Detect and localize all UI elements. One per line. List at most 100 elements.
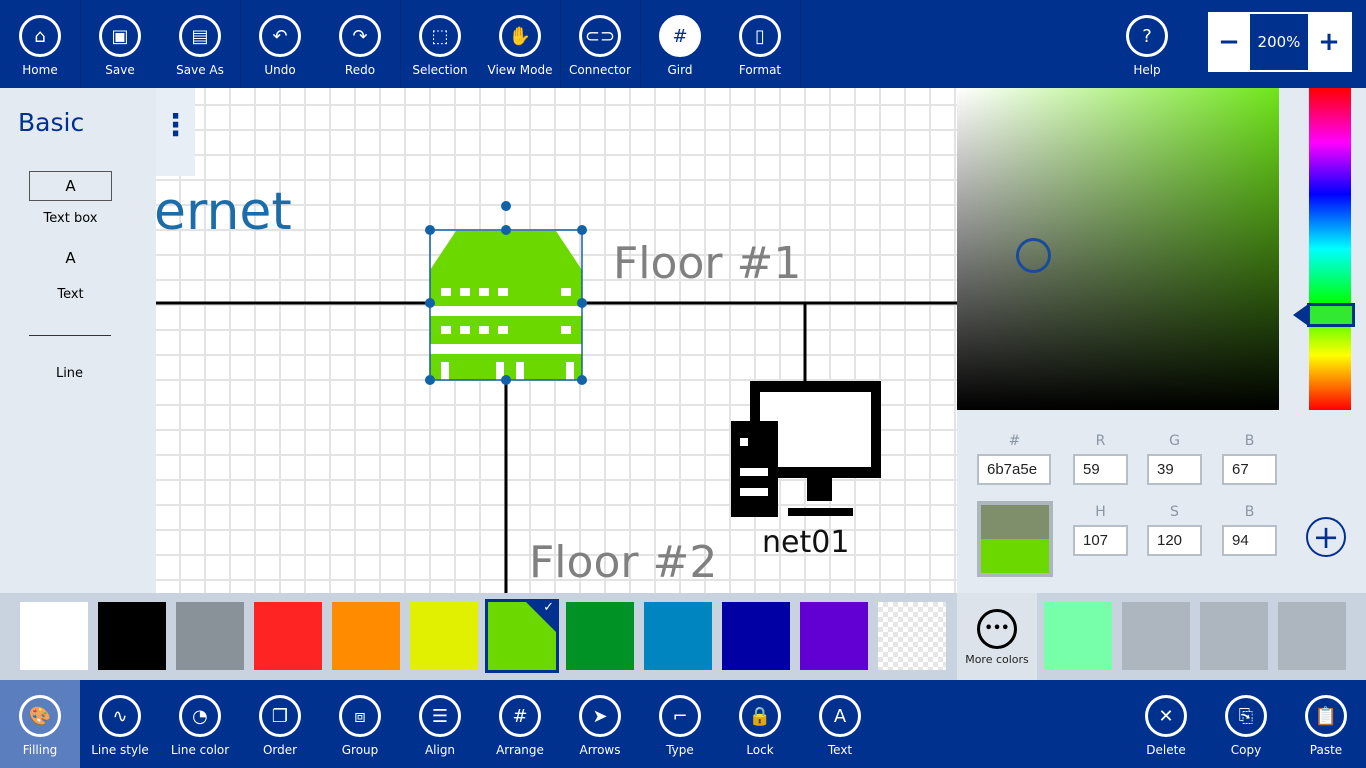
color-swatch[interactable] bbox=[878, 602, 946, 670]
lock-button[interactable]: 🔒 Lock bbox=[720, 680, 800, 768]
color-swatch[interactable] bbox=[644, 602, 712, 670]
divider bbox=[240, 0, 241, 88]
line-color-button[interactable]: ◔ Line color bbox=[160, 680, 240, 768]
save-as-button[interactable]: ▤ Save As bbox=[160, 0, 240, 88]
paste-button[interactable]: 📋 Paste bbox=[1286, 680, 1366, 768]
color-picker-panel: # R G B H S B + bbox=[957, 88, 1366, 593]
bottom-toolbar: 🎨 Filling ∿ Line style ◔ Line color ❐ Order ⧈ Gro… bbox=[0, 680, 1366, 768]
divider bbox=[800, 0, 801, 88]
home-icon: ⌂ bbox=[19, 15, 61, 57]
hand-icon: ✋ bbox=[499, 15, 541, 57]
r-label: R bbox=[1095, 433, 1106, 449]
gird-button[interactable]: # Gird bbox=[640, 0, 720, 88]
h-input[interactable] bbox=[1073, 525, 1128, 556]
color-swatch[interactable] bbox=[410, 602, 478, 670]
button-label: Save As bbox=[176, 63, 224, 77]
filling-button[interactable]: 🎨 Filling bbox=[0, 680, 80, 768]
help-button[interactable]: ? Help bbox=[1107, 0, 1187, 88]
hue-handle-arrow bbox=[1293, 305, 1307, 325]
zoom-out-button[interactable]: − bbox=[1208, 27, 1250, 57]
b-input[interactable] bbox=[1222, 454, 1277, 485]
arrows-button[interactable]: ➤ Arrows bbox=[560, 680, 640, 768]
selection-button[interactable]: ⬚ Selection bbox=[400, 0, 480, 88]
color-swatch[interactable] bbox=[332, 602, 400, 670]
divider bbox=[80, 0, 81, 88]
line-style-button[interactable]: ∿ Line style bbox=[80, 680, 160, 768]
undo-button[interactable]: ↶ Undo bbox=[240, 0, 320, 88]
redo-button[interactable]: ↷ Redo bbox=[320, 0, 400, 88]
color-swatch[interactable] bbox=[254, 602, 322, 670]
zoom-level: 200% bbox=[1250, 14, 1308, 70]
order-button[interactable]: ❐ Order bbox=[240, 680, 320, 768]
button-label: Delete bbox=[1146, 743, 1186, 757]
brightness-input[interactable] bbox=[1222, 525, 1277, 556]
recent-color-swatch[interactable] bbox=[1122, 602, 1190, 670]
color-swatch[interactable]: ✓ bbox=[485, 599, 559, 673]
redo-icon: ↷ bbox=[339, 15, 381, 57]
delete-icon: ✕ bbox=[1145, 695, 1187, 737]
text-shape[interactable]: A bbox=[0, 249, 141, 267]
lock-icon: 🔒 bbox=[739, 695, 781, 737]
saturation-brightness-area[interactable] bbox=[957, 88, 1279, 410]
zoom-control: − 200% + bbox=[1208, 12, 1352, 72]
hue-slider-handle[interactable] bbox=[1307, 303, 1355, 327]
computer-icon[interactable] bbox=[731, 381, 881, 517]
color-swatch[interactable] bbox=[20, 602, 88, 670]
button-label: Connector bbox=[569, 63, 631, 77]
button-label: Paste bbox=[1309, 743, 1343, 757]
color-palette: ••• More colors ✓ bbox=[0, 593, 1366, 680]
line-label: Line bbox=[55, 366, 84, 381]
button-label: Selection bbox=[412, 63, 468, 77]
copy-button[interactable]: ⎘ Copy bbox=[1206, 680, 1286, 768]
type-button[interactable]: ⌐ Type bbox=[640, 680, 720, 768]
align-button[interactable]: ☰ Align bbox=[400, 680, 480, 768]
delete-button[interactable]: ✕ Delete bbox=[1126, 680, 1206, 768]
divider bbox=[560, 0, 561, 88]
color-preview bbox=[977, 501, 1053, 577]
button-label: Redo bbox=[344, 63, 376, 77]
button-label: Lock bbox=[746, 743, 774, 757]
zoom-in-button[interactable]: + bbox=[1308, 27, 1350, 57]
button-label: Align bbox=[424, 743, 456, 757]
connector-button[interactable]: ⊂⊃ Connector bbox=[560, 0, 640, 88]
diagram-shapes bbox=[156, 201, 957, 593]
recent-color-swatch[interactable] bbox=[1278, 602, 1346, 670]
color-swatch[interactable] bbox=[722, 602, 790, 670]
button-label: Arrows bbox=[579, 743, 621, 757]
format-button[interactable]: ▯ Format bbox=[720, 0, 800, 88]
help-icon: ? bbox=[1126, 15, 1168, 57]
save-as-icon: ▤ bbox=[179, 15, 221, 57]
color-swatch[interactable] bbox=[98, 602, 166, 670]
shape-panel: Basic A Text box A Text Line bbox=[0, 88, 156, 593]
divider bbox=[640, 0, 641, 88]
previous-color bbox=[981, 505, 1049, 539]
add-color-button[interactable]: + bbox=[1306, 517, 1346, 557]
button-label: Line style bbox=[91, 743, 149, 757]
more-colors-button[interactable]: ••• More colors bbox=[957, 593, 1037, 680]
group-button[interactable]: ⧈ Group bbox=[320, 680, 400, 768]
brightness-label: B bbox=[1244, 504, 1255, 520]
color-swatch[interactable] bbox=[800, 602, 868, 670]
r-input[interactable] bbox=[1073, 454, 1128, 485]
home-button[interactable]: ⌂ Home bbox=[0, 0, 80, 88]
diagram-canvas[interactable]: ⋮ ernet Floor #1 Floor #2 net01 bbox=[156, 88, 957, 593]
color-swatch[interactable] bbox=[176, 602, 244, 670]
recent-color-swatch[interactable] bbox=[1044, 602, 1112, 670]
arrange-button[interactable]: # Arrange bbox=[480, 680, 560, 768]
s-input[interactable] bbox=[1147, 525, 1202, 556]
hex-label: # bbox=[1008, 433, 1021, 449]
line-shape[interactable] bbox=[29, 335, 111, 336]
save-button[interactable]: ▣ Save bbox=[80, 0, 160, 88]
button-label: Arrange bbox=[496, 743, 544, 757]
color-swatch[interactable] bbox=[566, 602, 634, 670]
text-button[interactable]: A Text bbox=[800, 680, 880, 768]
hue-slider[interactable] bbox=[1309, 88, 1351, 410]
hex-input[interactable] bbox=[977, 454, 1051, 485]
text-box-shape[interactable]: A bbox=[29, 171, 112, 201]
building-icon[interactable] bbox=[430, 231, 582, 380]
align-icon: ☰ bbox=[419, 695, 461, 737]
color-cursor[interactable] bbox=[1016, 238, 1051, 273]
view-mode-button[interactable]: ✋ View Mode bbox=[480, 0, 560, 88]
g-input[interactable] bbox=[1147, 454, 1202, 485]
recent-color-swatch[interactable] bbox=[1200, 602, 1268, 670]
